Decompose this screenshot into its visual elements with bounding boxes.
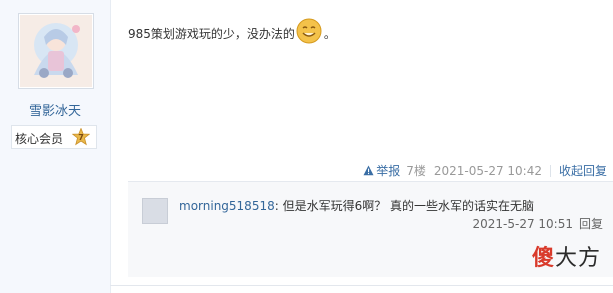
rank-label: 核心会员 <box>15 132 64 146</box>
author-username[interactable]: 雪影冰天 <box>0 100 110 119</box>
reply-timestamp: 2021-5-27 10:51 <box>472 216 573 231</box>
reply-avatar[interactable] <box>142 198 168 224</box>
report-label: 举报 <box>376 164 401 178</box>
report-button[interactable]: 举报 <box>363 162 400 179</box>
reply-footer: 2021-5-27 10:51 回复 <box>472 215 603 232</box>
reply-button[interactable]: 回复 <box>579 215 603 232</box>
divider <box>549 164 551 177</box>
reply-text: 但是水军玩得6啊？ 真的一些水军的话实在无脑 <box>282 199 535 213</box>
author-avatar[interactable] <box>18 13 94 89</box>
bottom-divider <box>110 285 613 286</box>
reply-username[interactable]: morning518518 <box>179 199 275 213</box>
reply-colon: : <box>274 199 283 213</box>
watermark-part-1: 傻 <box>531 246 555 271</box>
smiley-emoji-icon <box>296 18 322 44</box>
warning-icon <box>363 165 374 176</box>
author-sidebar: 雪影冰天 核心会员 7 <box>0 0 111 293</box>
post-body-text: 985策划游戏玩的少，没办法的 <box>128 26 295 41</box>
site-watermark: 傻大方 <box>532 240 601 272</box>
anime-avatar-image <box>20 15 92 87</box>
rank-star-badge-icon: 7 <box>72 128 90 146</box>
member-rank: 核心会员 7 <box>11 125 97 149</box>
post-content: 985策划游戏玩的少，没办法的 。 <box>128 18 336 46</box>
collapse-reply-button[interactable]: 收起回复 <box>559 162 607 179</box>
floor-number: 7楼 <box>406 164 426 178</box>
post-trailing-period: 。 <box>323 26 336 41</box>
watermark-part-2: 大方 <box>554 246 601 271</box>
reply-item: morning518518: 但是水军玩得6啊？ 真的一些水军的话实在无脑 <box>179 197 534 214</box>
rank-level: 7 <box>78 133 84 142</box>
post-timestamp: 2021-05-27 10:42 <box>433 163 542 178</box>
post-meta-bar: 举报 7楼 2021-05-27 10:42 收起回复 <box>363 162 607 179</box>
